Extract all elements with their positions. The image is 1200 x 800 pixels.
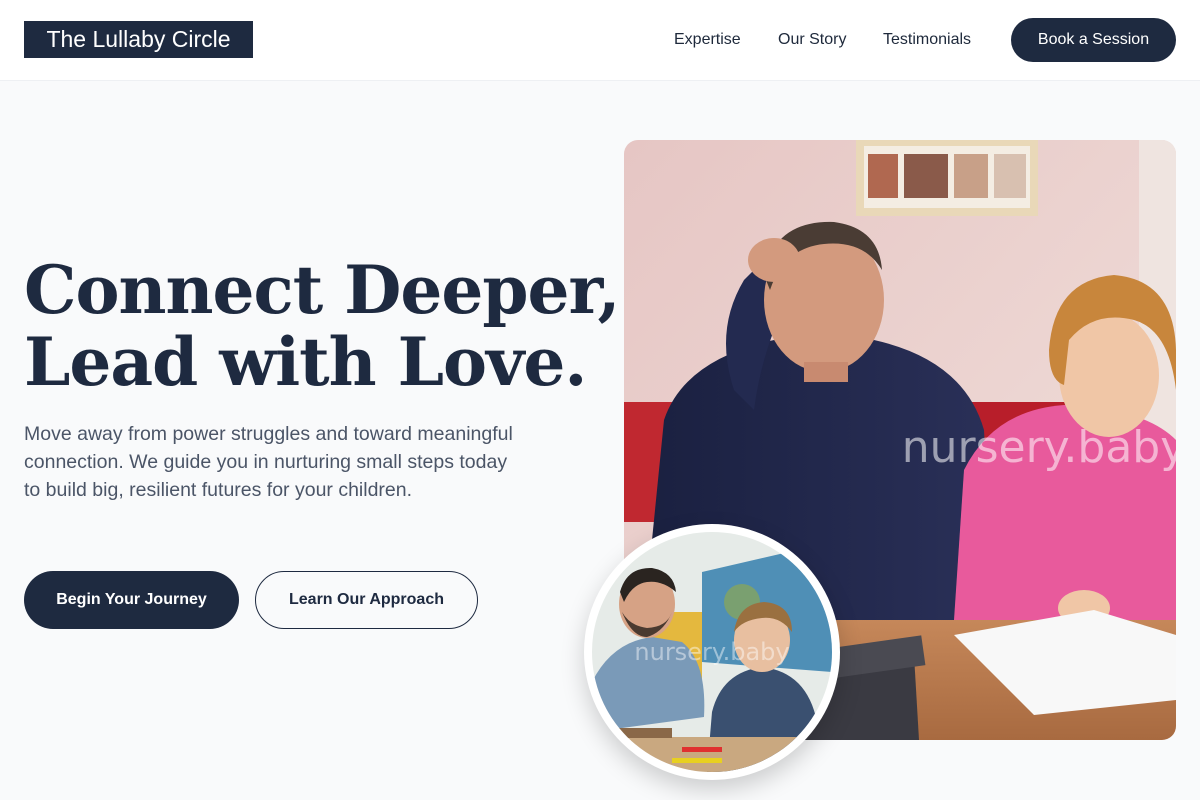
site-header: The Lullaby Circle Expertise Our Story T… xyxy=(0,0,1200,81)
inset-photo-watermark: nursery.baby xyxy=(634,638,789,666)
inset-photo-frame: nursery.baby xyxy=(584,524,840,780)
nav-link-our-story[interactable]: Our Story xyxy=(778,30,846,50)
hero-headline-line-1: Connect Deeper, xyxy=(24,251,620,329)
inset-photo-father-son: nursery.baby xyxy=(592,532,832,772)
hero-headline: Connect Deeper, Lead with Love. xyxy=(24,251,620,401)
nav-link-expertise[interactable]: Expertise xyxy=(674,30,741,50)
begin-journey-button[interactable]: Begin Your Journey xyxy=(24,571,239,629)
nav-link-testimonials[interactable]: Testimonials xyxy=(883,30,971,50)
site-logo[interactable]: The Lullaby Circle xyxy=(24,21,253,58)
hero-subtext: Move away from power struggles and towar… xyxy=(24,423,513,501)
hero-headline-line-2: Lead with Love. xyxy=(24,323,587,401)
book-session-button[interactable]: Book a Session xyxy=(1011,18,1176,62)
learn-approach-button[interactable]: Learn Our Approach xyxy=(255,571,478,629)
hero-photo-watermark: nursery.baby xyxy=(902,422,1176,473)
